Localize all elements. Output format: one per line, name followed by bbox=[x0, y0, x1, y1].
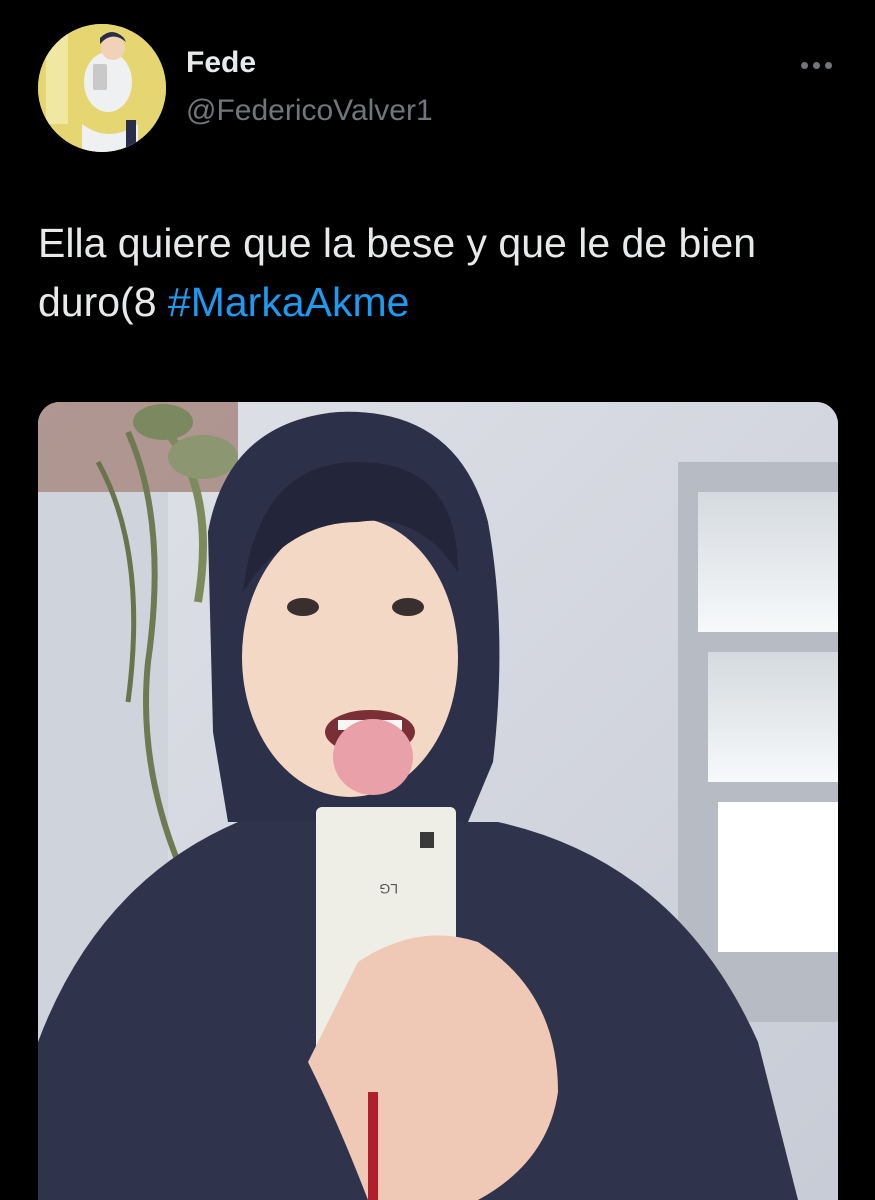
author-name[interactable]: Fede bbox=[186, 46, 256, 80]
more-horizontal-icon-dot bbox=[812, 61, 820, 69]
more-horizontal-icon bbox=[800, 61, 808, 69]
avatar[interactable] bbox=[38, 24, 166, 152]
author-handle[interactable]: @FedericoValver1 bbox=[186, 94, 433, 128]
tweet: Fede @FedericoValver1 Ella quiere que la… bbox=[0, 0, 875, 1200]
avatar-image bbox=[38, 24, 166, 152]
tweet-media-photo[interactable]: LG bbox=[38, 402, 838, 1200]
svg-text:LG: LG bbox=[379, 881, 398, 897]
more-options-button[interactable] bbox=[792, 50, 840, 80]
hashtag-link[interactable]: #MarkaAkme bbox=[168, 279, 410, 325]
tweet-text: Ella quiere que la bese y que le de bien… bbox=[38, 214, 838, 332]
more-horizontal-icon-dot bbox=[824, 61, 832, 69]
selfie-photo: LG bbox=[38, 402, 838, 1200]
